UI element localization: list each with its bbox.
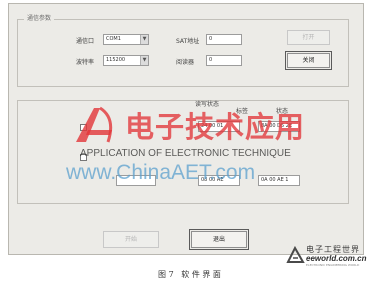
chevron-down-icon[interactable]: ▼ — [140, 56, 148, 65]
row-1-checkbox[interactable] — [80, 124, 87, 131]
row-3-left-field[interactable] — [116, 175, 156, 186]
row-3-tag-field[interactable]: 08 00 AE — [198, 175, 240, 186]
open-port-button[interactable]: 打开 — [287, 30, 330, 45]
eeworld-logo-icon — [286, 246, 305, 263]
reader-address-field[interactable]: 0 — [206, 55, 242, 66]
status-group: 读写状态 标签 状态 24 00 01 8A 00 D5 2E 08 00 AE… — [17, 100, 349, 204]
port-label: 通信口 — [76, 38, 95, 45]
row-3-status-field[interactable]: 0A 00 AE 1 — [258, 175, 300, 186]
brand-logo: 电子工程世界 eeworld.com.cn ELECTRONIC ENGINEE… — [286, 244, 366, 269]
close-port-button[interactable]: 关闭 — [285, 51, 332, 70]
chevron-down-icon[interactable]: ▼ — [140, 35, 148, 44]
status-column-header: 状态 — [276, 108, 289, 115]
sat-address-label: SAT地址 — [176, 38, 200, 45]
serial-settings-group: 通信参数 通信口 COM1 ▼ 波特率 115200 ▼ SAT地址 0 阅读器… — [17, 13, 349, 87]
baud-select-value: 115200 — [106, 57, 126, 63]
port-select[interactable]: COM1 ▼ — [103, 34, 149, 45]
serial-group-title: 通信参数 — [24, 13, 55, 22]
row-1-tag-field[interactable]: 24 00 01 — [198, 121, 240, 132]
row-1-status-field[interactable]: 8A 00 D5 2E — [258, 121, 300, 132]
settings-dialog: 通信参数 通信口 COM1 ▼ 波特率 115200 ▼ SAT地址 0 阅读器… — [8, 3, 364, 255]
baud-label: 波特率 — [76, 59, 95, 66]
brand-url: eeworld.com.cn — [306, 254, 367, 263]
brand-tagline: ELECTRONIC ENGINEERING WORLD — [306, 263, 360, 267]
sat-address-field[interactable]: 0 — [206, 34, 242, 45]
exit-button[interactable]: 退出 — [189, 229, 249, 250]
reader-address-label: 阅读器 — [176, 59, 195, 66]
baud-select[interactable]: 115200 ▼ — [103, 55, 149, 66]
figure-caption: 图 7 软 件 界 面 — [158, 270, 221, 279]
status-group-title: 读写状态 — [195, 101, 220, 108]
port-select-value: COM1 — [106, 36, 121, 42]
row-2-checkbox[interactable] — [80, 154, 87, 161]
tag-column-header: 标签 — [236, 108, 249, 115]
start-button[interactable]: 开始 — [103, 231, 159, 248]
